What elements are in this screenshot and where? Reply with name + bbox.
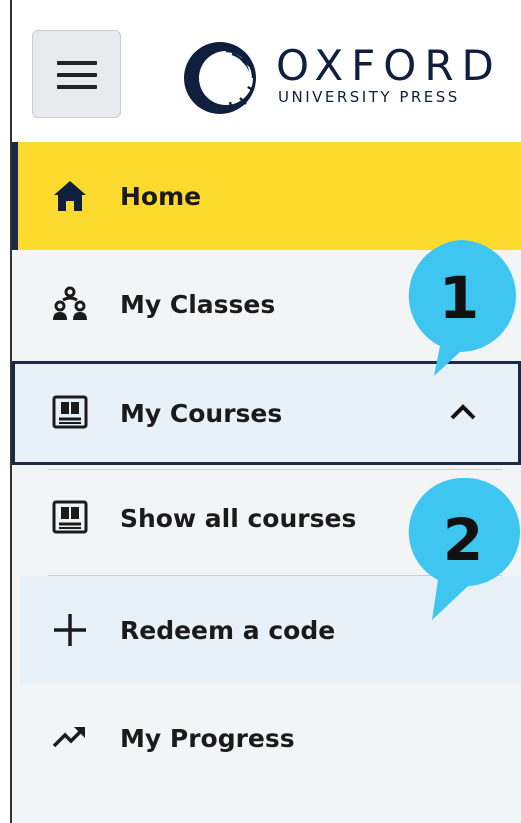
logo-name: OXFORD [276, 41, 502, 90]
hamburger-menu-icon-bar [57, 73, 97, 77]
header: OXFORD UNIVERSITY PRESS [12, 0, 521, 142]
book-icon [52, 395, 88, 429]
chevron-up-icon[interactable] [448, 402, 478, 422]
classes-icon [53, 286, 87, 320]
plus-icon [54, 614, 86, 646]
sidebar-item-my-progress[interactable]: My Progress [12, 684, 521, 792]
sidebar-item-label: Redeem a code [120, 616, 336, 645]
hamburger-menu-icon [57, 61, 97, 65]
callout-number: 2 [442, 506, 484, 574]
sidebar-item-label: My Courses [120, 399, 283, 428]
sidebar-item-home[interactable]: Home [12, 142, 521, 250]
oxford-logo[interactable]: OXFORD UNIVERSITY PRESS [180, 38, 520, 118]
trend-up-icon [52, 727, 85, 748]
menu-button[interactable] [32, 30, 121, 118]
book-icon [52, 500, 88, 534]
callout-number: 1 [438, 264, 480, 332]
callout-badge-2: 2 [408, 474, 521, 622]
sidebar-item-label: Home [120, 182, 202, 211]
sidebar-item-label: My Progress [120, 724, 295, 753]
callout-badge-1: 1 [400, 236, 521, 381]
hamburger-menu-icon-bar [57, 85, 97, 89]
oxford-logo-icon [184, 42, 256, 114]
logo-subtitle: UNIVERSITY PRESS [278, 88, 460, 106]
sidebar-item-label: My Classes [120, 290, 276, 319]
home-icon [54, 181, 86, 211]
sidebar-item-label: Show all courses [120, 504, 357, 533]
